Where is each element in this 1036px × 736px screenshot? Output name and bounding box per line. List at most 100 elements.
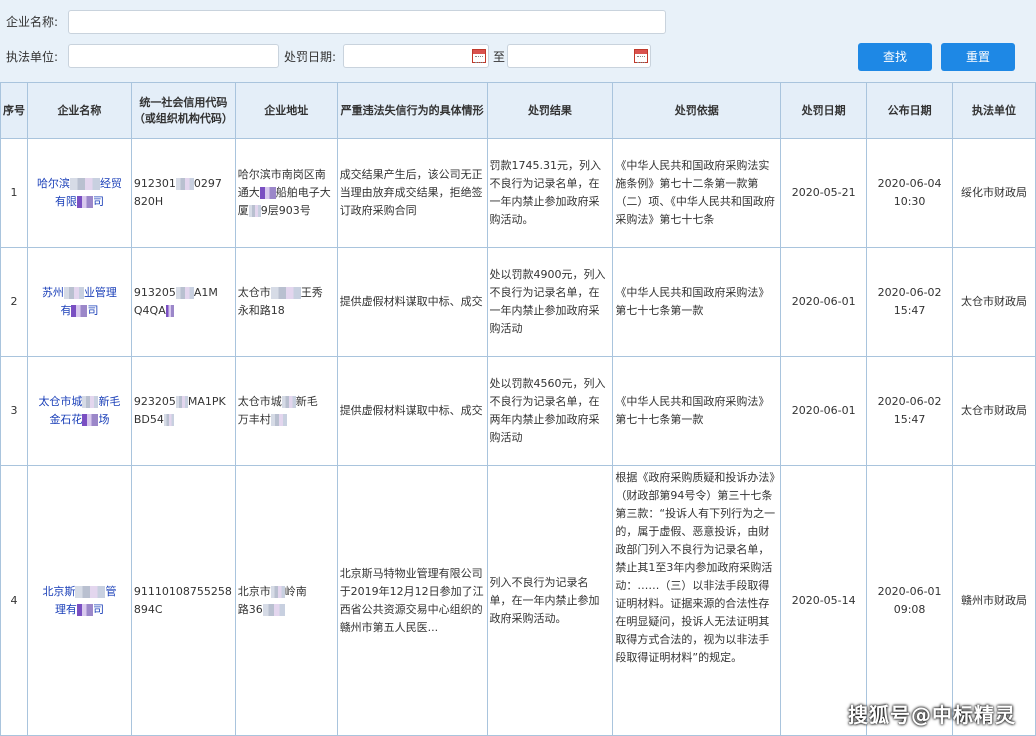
name-part: 管 — [105, 584, 117, 598]
redacted-blur — [76, 196, 93, 208]
publish-date-day: 2020-06-04 — [877, 177, 942, 190]
redacted-blur — [82, 414, 99, 426]
name-part: 场 — [98, 413, 110, 426]
unit-text: 绥化市财政局 — [952, 138, 1036, 248]
publish-date-day: 2020-06-01 — [877, 584, 942, 598]
redacted-blur — [281, 396, 296, 408]
redacted-blur — [259, 187, 276, 199]
company-name-input[interactable] — [68, 10, 666, 34]
addr-part: 太仓市 — [237, 286, 271, 299]
code-part: 894C — [133, 602, 163, 616]
code-part: BD54 — [133, 413, 164, 426]
date-from-input[interactable] — [343, 44, 489, 68]
table-row: 1 哈尔滨 经贸 有限 司 912301 0297 820H 哈尔滨市南岗区南通大 船舶电子… — [0, 138, 1036, 248]
redacted-blur — [71, 305, 88, 317]
addr-part: 9层903号 — [260, 204, 311, 217]
addr-part: 北京市 — [237, 584, 271, 598]
enforcement-unit-input[interactable] — [68, 44, 279, 68]
code-part: 912301 — [133, 177, 176, 190]
basis-text: 《中华人民共和国政府采购法》第七十七条第一款 — [612, 356, 782, 466]
redacted-blur — [63, 287, 84, 299]
enforcement-unit-label: 执法单位: — [6, 50, 59, 64]
addr-part: 永和路18 — [237, 304, 285, 317]
unit-text: 赣州市财政局 — [952, 465, 1036, 736]
redacted-blur — [175, 287, 194, 299]
header-penalty-date: 处罚日期 — [780, 82, 868, 139]
header-credit-code: 统一社会信用代码（或组织机构代码） — [130, 82, 236, 139]
redacted-blur — [270, 287, 301, 299]
name-part: 太仓市城 — [38, 395, 83, 408]
header-violation: 严重违法失信行为的具体情形 — [336, 82, 488, 139]
penalty-date: 2020-06-01 — [780, 247, 868, 357]
name-part: 司 — [87, 304, 99, 317]
company-name-link[interactable]: 太仓市城 新毛 金石花 场 — [26, 356, 132, 466]
penalty-table: 序号 企业名称 统一社会信用代码（或组织机构代码） 企业地址 严重违法失信行为的… — [0, 82, 1036, 736]
unit-text: 太仓市财政局 — [952, 356, 1036, 466]
violation-text: 成交结果产生后，该公司无正当理由放弃成交结果，拒绝签订政府采购合同 — [336, 138, 488, 248]
date-to-input[interactable] — [507, 44, 651, 68]
addr-part: 万丰村 — [237, 413, 271, 426]
redacted-blur — [262, 603, 285, 616]
header-result: 处罚结果 — [486, 82, 614, 139]
redacted-blur — [82, 396, 99, 408]
calendar-icon[interactable] — [634, 49, 648, 63]
company-name-link[interactable]: 苏州 业管理有 司 — [26, 247, 132, 357]
redacted-blur — [163, 414, 174, 426]
company-name-link[interactable]: 北京斯 管理有 司 — [26, 465, 132, 736]
header-company-name: 企业名称 — [26, 82, 132, 139]
publish-date-time: 10:30 — [893, 195, 926, 208]
publish-date-time: 15:47 — [893, 304, 926, 317]
header-unit: 执法单位 — [952, 82, 1036, 139]
address: 哈尔滨市南岗区南通大 船舶电子大厦 9层903号 — [234, 138, 338, 248]
publish-date: 2020-06-04 10:30 — [866, 138, 954, 248]
basis-text: 《中华人民共和国政府采购法实施条例》第七十二条第一款第（二）项、《中华人民共和国… — [612, 138, 782, 248]
code-part: 923205 — [133, 395, 176, 408]
name-part: 金石花 — [49, 413, 83, 426]
row-no: 2 — [0, 247, 28, 357]
code-part: 0297 — [193, 177, 222, 190]
penalty-date: 2020-05-21 — [780, 138, 868, 248]
watermark: 搜狐号@中标精灵 — [848, 703, 1016, 727]
redacted-blur — [175, 396, 188, 408]
result-text: 处以罚款4560元，列入不良行为记录名单，在两年内禁止参加政府采购活动 — [486, 356, 614, 466]
redacted-blur — [75, 585, 106, 598]
company-name-link[interactable]: 哈尔滨 经贸 有限 司 — [26, 138, 132, 248]
reset-button[interactable]: 重置 — [941, 43, 1015, 71]
publish-date-day: 2020-06-02 — [877, 395, 942, 408]
search-panel: 企业名称: 执法单位: 处罚日期: 至 查找 重置 — [0, 0, 1036, 82]
header-no: 序号 — [0, 82, 28, 139]
header-publish-date: 公布日期 — [866, 82, 954, 139]
addr-part: 新毛 — [295, 395, 318, 408]
row-no: 1 — [0, 138, 28, 248]
addr-part: 王秀 — [300, 286, 323, 299]
name-part: 理有 — [54, 602, 77, 616]
redacted-blur — [69, 178, 100, 190]
unit-text: 太仓市财政局 — [952, 247, 1036, 357]
redacted-blur — [76, 603, 93, 616]
addr-part: 岭南 — [284, 584, 307, 598]
result-text: 罚款1745.31元，列入不良行为记录名单，在一年内禁止参加政府采购活动。 — [486, 138, 614, 248]
company-name-label: 企业名称: — [6, 15, 59, 29]
name-part: 经贸 — [99, 177, 122, 190]
address: 太仓市 王秀永和路18 — [234, 247, 338, 357]
penalty-date-label: 处罚日期: — [284, 50, 337, 64]
address: 太仓市城 新毛万丰村 — [234, 356, 338, 466]
address: 北京市 岭南 路36 — [234, 465, 338, 736]
publish-date-time: 15:47 — [893, 413, 926, 426]
penalty-date: 2020-05-14 — [780, 465, 868, 736]
name-part: 司 — [92, 195, 104, 208]
publish-date-day: 2020-06-02 — [877, 286, 942, 299]
code-part: 820H — [133, 195, 164, 208]
calendar-icon[interactable] — [472, 49, 486, 63]
search-button[interactable]: 查找 — [858, 43, 932, 71]
table-header-row: 序号 企业名称 统一社会信用代码（或组织机构代码） 企业地址 严重违法失信行为的… — [0, 82, 1036, 139]
code-part: A1M — [193, 286, 218, 299]
addr-part: 太仓市城 — [237, 395, 282, 408]
table-row: 3 太仓市城 新毛 金石花场 923205 MA1PK BD54 太仓市城 新毛 万丰村 提… — [0, 356, 1036, 466]
publish-date: 2020-06-02 15:47 — [866, 247, 954, 357]
result-text: 列入不良行为记录名单，在一年内禁止参加政府采购活动。 — [486, 465, 614, 736]
violation-text: 北京斯马特物业管理有限公司于2019年12月12日参加了江西省公共资源交易中心组… — [336, 465, 488, 736]
header-address: 企业地址 — [234, 82, 338, 139]
basis-text: 《中华人民共和国政府采购法》第七十七条第一款 — [612, 247, 782, 357]
credit-code: 91110108755258 894C — [130, 465, 236, 736]
